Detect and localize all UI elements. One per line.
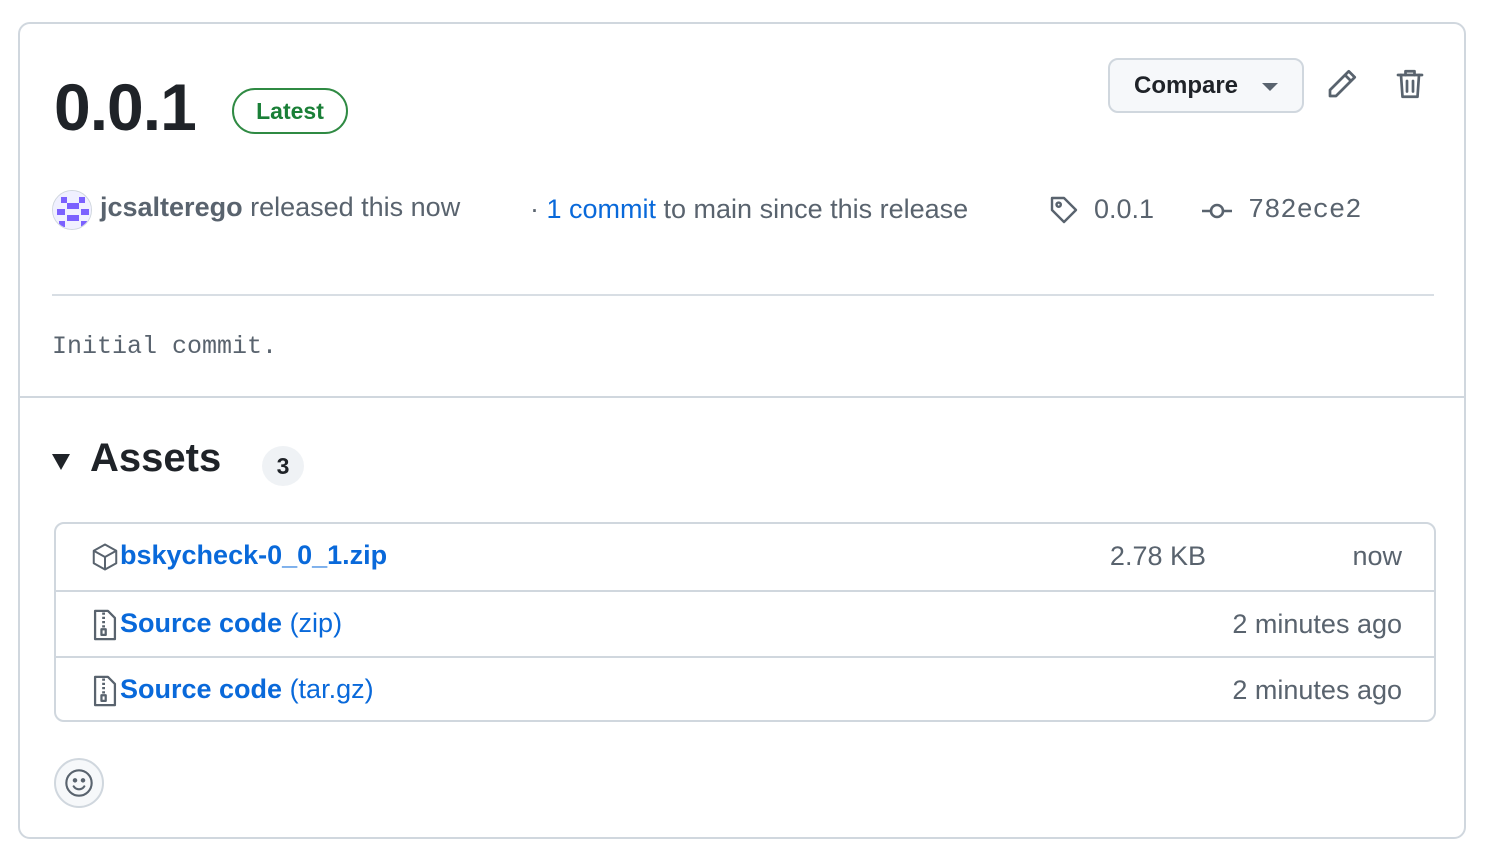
git-commit-icon [1202,203,1232,219]
delete-release-button[interactable] [1392,66,1428,102]
compare-label: Compare [1134,71,1239,99]
commits-suffix: to main since this release [656,194,969,224]
commits-since: · 1 commit to main since this release [530,194,968,225]
asset-time: 2 minutes ago [1232,609,1402,639]
list-item: bskycheck-0_0_1.zip 2.78 KB now [56,524,1434,590]
released-text: released this now [242,192,461,222]
asset-suffix: (zip) [282,608,343,638]
asset-link[interactable]: Source code (zip) [120,608,342,639]
divider [20,396,1464,398]
file-zip-icon [93,675,117,707]
list-item: Source code (zip) 2 minutes ago [56,590,1434,658]
commits-link[interactable]: 1 commit [547,194,657,224]
avatar[interactable] [52,190,92,230]
release-meta: jcsalterego released this now · 1 commit… [20,188,1464,232]
divider [52,294,1434,296]
edit-release-button[interactable] [1324,66,1360,102]
asset-time: 2 minutes ago [1232,675,1402,705]
commit-sha-link[interactable]: 782ece2 [1248,196,1361,226]
asset-suffix: (tar.gz) [282,674,374,704]
latest-badge: Latest [232,88,348,134]
release-card: 0.0.1 Latest Compare jcsalterego release… [18,22,1466,839]
assets-toggle-icon[interactable] [52,454,70,470]
author-link[interactable]: jcsalterego [100,192,243,222]
asset-name: Source code [120,608,283,638]
smiley-icon [65,769,93,797]
tag-icon [1050,196,1078,224]
asset-list: bskycheck-0_0_1.zip 2.78 KB now Source c… [54,522,1436,722]
release-notes: Initial commit. [52,332,278,361]
file-zip-icon [93,609,117,641]
compare-button[interactable]: Compare [1108,58,1304,113]
asset-name: bskycheck-0_0_1.zip [120,540,388,570]
triangle-down-icon [1262,83,1278,91]
asset-size: 2.78 KB [1109,541,1206,571]
tag-link[interactable]: 0.0.1 [1094,194,1154,225]
trash-icon [1396,69,1424,99]
assets-heading[interactable]: Assets [90,436,221,481]
list-item: Source code (tar.gz) 2 minutes ago [56,656,1434,720]
asset-time: now [1352,541,1402,571]
asset-link[interactable]: Source code (tar.gz) [120,674,374,705]
bullet: · [530,194,547,224]
identicon-icon [53,191,91,229]
add-reaction-button[interactable] [54,758,104,808]
package-icon [92,543,118,571]
assets-count-badge: 3 [262,446,304,486]
asset-link[interactable]: bskycheck-0_0_1.zip [120,540,387,571]
asset-name: Source code [120,674,283,704]
pencil-icon [1328,69,1357,98]
release-author: jcsalterego released this now [100,192,460,223]
release-title[interactable]: 0.0.1 [54,72,197,142]
